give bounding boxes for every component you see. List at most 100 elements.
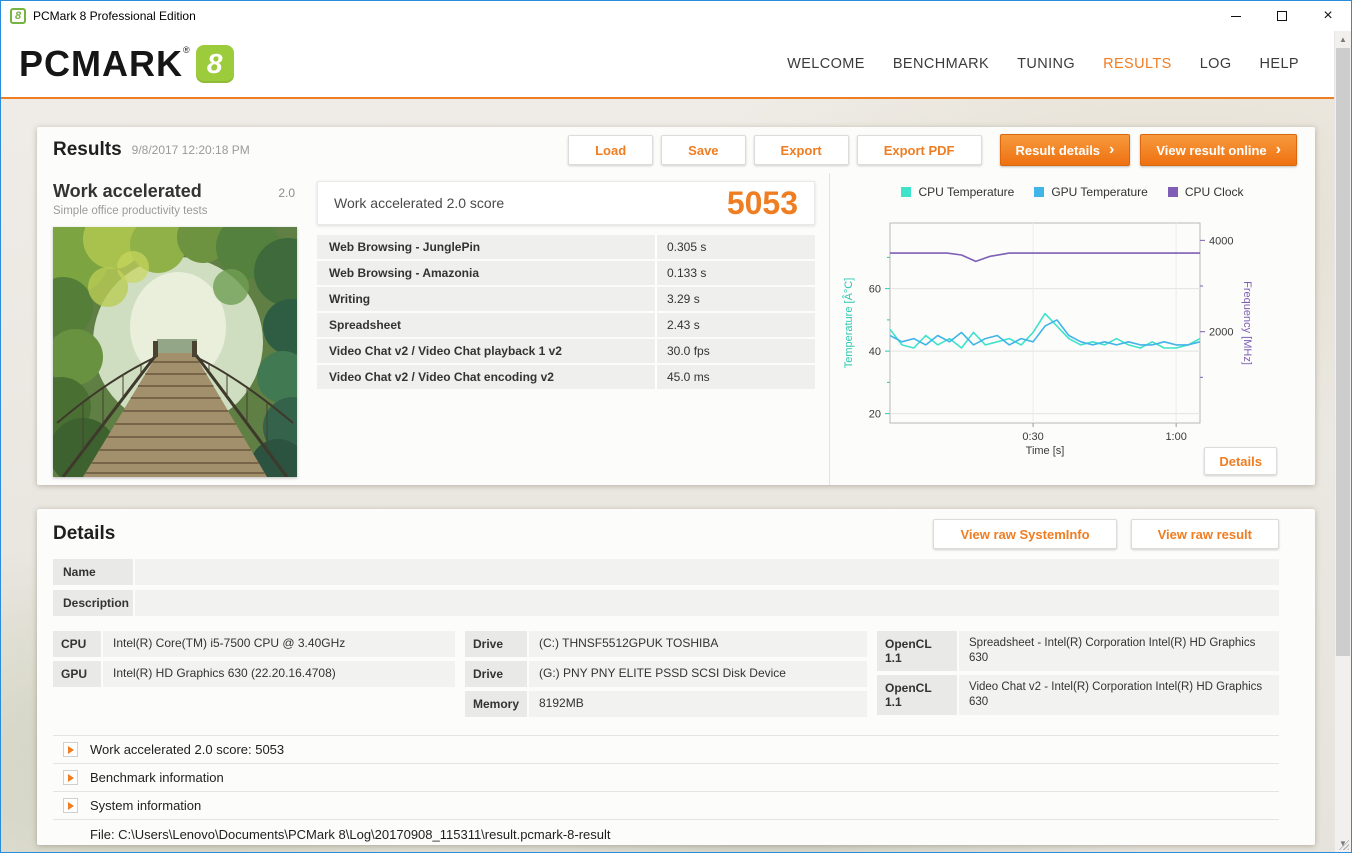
metric-row: Web Browsing - Amazonia 0.133 s: [317, 261, 815, 285]
result-fields: Name Description: [53, 559, 1279, 621]
score-box: Work accelerated 2.0 score 5053: [317, 181, 815, 225]
metric-row: Web Browsing - JunglePin 0.305 s: [317, 235, 815, 259]
details-header: Details View raw SystemInfo View raw res…: [53, 519, 1279, 549]
vertical-scrollbar: ▲ ▼: [1334, 31, 1351, 852]
scroll-up-arrow[interactable]: ▲: [1335, 31, 1351, 48]
metric-row: Video Chat v2 / Video Chat playback 1 v2…: [317, 339, 815, 363]
test-subtitle: Simple office productivity tests: [53, 205, 208, 217]
svg-text:1:00: 1:00: [1165, 431, 1186, 443]
description-field-value[interactable]: [135, 590, 1279, 616]
app-header: PCMARK ® 8 WELCOME BENCHMARK TUNING RESU…: [1, 31, 1351, 99]
registered-mark: ®: [183, 45, 190, 55]
svg-text:Time [s]: Time [s]: [1025, 445, 1064, 457]
pcmark-8-icon: 8: [195, 45, 234, 83]
svg-text:4000: 4000: [1209, 235, 1233, 247]
svg-text:40: 40: [868, 346, 880, 358]
chart-details-button[interactable]: Details: [1204, 447, 1277, 475]
metrics-table: Web Browsing - JunglePin 0.305 s Web Bro…: [317, 235, 815, 389]
export-button[interactable]: Export: [753, 135, 849, 165]
results-card: Results 9/8/2017 12:20:18 PM Load Save E…: [37, 127, 1315, 485]
test-info-column: Work accelerated 2.0 Simple office produ…: [53, 173, 299, 485]
expand-arrow-icon: [63, 798, 78, 813]
maximize-button[interactable]: [1259, 1, 1305, 31]
expander-benchmark-information[interactable]: Benchmark information: [53, 763, 1279, 791]
metric-row: Video Chat v2 / Video Chat encoding v2 4…: [317, 365, 815, 389]
metric-row: Writing 3.29 s: [317, 287, 815, 311]
nav-help[interactable]: HELP: [1260, 56, 1299, 72]
gpu-row: GPU Intel(R) HD Graphics 630 (22.20.16.4…: [53, 661, 455, 687]
svg-text:Temperature [Â°C]: Temperature [Â°C]: [842, 278, 855, 369]
load-button[interactable]: Load: [568, 135, 654, 165]
svg-text:60: 60: [868, 284, 880, 296]
main-nav: WELCOME BENCHMARK TUNING RESULTS LOG HEL…: [787, 56, 1299, 72]
nav-welcome[interactable]: WELCOME: [787, 56, 865, 72]
system-info-col1: CPU Intel(R) Core(TM) i5-7500 CPU @ 3.40…: [53, 631, 455, 721]
titlebar: 8 PCMark 8 Professional Edition ×: [1, 1, 1351, 31]
opencl-row: OpenCL 1.1 Spreadsheet - Intel(R) Corpor…: [877, 631, 1279, 671]
result-file-path: File: C:\Users\Lenovo\Documents\PCMark 8…: [53, 819, 1279, 849]
performance-chart: 20 40 60 2000 4000 0:30 1:00 Temperature [Â°C] F…: [842, 222, 1253, 457]
svg-text:Frequency [MHz]: Frequency [MHz]: [1241, 281, 1253, 365]
chart-column: CPU Temperature GPU Temperature CPU Cloc…: [829, 173, 1315, 485]
close-icon: ×: [1323, 7, 1333, 24]
window-title: PCMark 8 Professional Edition: [33, 9, 196, 23]
nav-benchmark[interactable]: BENCHMARK: [893, 56, 989, 72]
expand-arrow-icon: [63, 770, 78, 785]
name-field-row: Name: [53, 559, 1279, 585]
maximize-icon: [1277, 11, 1287, 21]
score-column: Work accelerated 2.0 score 5053 Web Brow…: [299, 173, 829, 485]
drive-row: Drive (C:) THNSF5512GPUK TOSHIBA: [465, 631, 867, 657]
gpu-temperature-swatch: [1034, 187, 1045, 197]
minimize-icon: [1231, 15, 1241, 17]
test-name: Work accelerated: [53, 181, 202, 201]
chart-legend: CPU Temperature GPU Temperature CPU Cloc…: [830, 185, 1315, 199]
nav-results[interactable]: RESULTS: [1103, 56, 1172, 72]
app-icon: 8: [10, 8, 26, 24]
cpu-clock-swatch: [1167, 187, 1178, 197]
system-info-grid: CPU Intel(R) Core(TM) i5-7500 CPU @ 3.40…: [53, 631, 1279, 721]
results-timestamp: 9/8/2017 12:20:18 PM: [131, 143, 250, 157]
details-title: Details: [53, 523, 116, 544]
bridge-photo: [53, 227, 297, 477]
results-title: Results: [53, 139, 122, 160]
save-button[interactable]: Save: [661, 135, 746, 165]
content-area: Results 9/8/2017 12:20:18 PM Load Save E…: [1, 99, 1334, 852]
system-info-col3: OpenCL 1.1 Spreadsheet - Intel(R) Corpor…: [877, 631, 1279, 721]
result-details-button[interactable]: Result details ›: [999, 134, 1131, 166]
legend-cpu-clock: CPU Clock: [1167, 185, 1244, 199]
cpu-row: CPU Intel(R) Core(TM) i5-7500 CPU @ 3.40…: [53, 631, 455, 657]
cpu-temperature-swatch: [901, 187, 912, 197]
description-field-row: Description: [53, 590, 1279, 616]
pcmark-logo: PCMARK ® 8: [19, 43, 234, 85]
name-field-value[interactable]: [135, 559, 1279, 585]
opencl-row: OpenCL 1.1 Video Chat v2 - Intel(R) Corp…: [877, 675, 1279, 715]
metric-row: Spreadsheet 2.43 s: [317, 313, 815, 337]
results-header: Results 9/8/2017 12:20:18 PM Load Save E…: [37, 127, 1315, 173]
chevron-right-icon: ›: [1275, 141, 1281, 158]
score-label: Work accelerated 2.0 score: [334, 195, 505, 211]
expander-system-information[interactable]: System information: [53, 791, 1279, 819]
close-button[interactable]: ×: [1305, 1, 1351, 31]
brand-text: PCMARK: [19, 43, 183, 84]
expand-arrow-icon: [63, 742, 78, 757]
results-body: Work accelerated 2.0 Simple office produ…: [37, 173, 1315, 485]
view-result-online-button[interactable]: View result online ›: [1140, 134, 1297, 166]
svg-text:0:30: 0:30: [1022, 431, 1043, 443]
details-card: Details View raw SystemInfo View raw res…: [37, 509, 1315, 845]
view-raw-systeminfo-button[interactable]: View raw SystemInfo: [933, 519, 1117, 549]
chevron-right-icon: ›: [1109, 141, 1115, 158]
nav-log[interactable]: LOG: [1200, 56, 1232, 72]
pcmark-window: 8 PCMark 8 Professional Edition × PCMARK…: [0, 0, 1352, 853]
system-info-col2: Drive (C:) THNSF5512GPUK TOSHIBA Drive (…: [465, 631, 867, 721]
svg-text:2000: 2000: [1209, 327, 1233, 339]
scrollbar-thumb[interactable]: [1336, 48, 1350, 656]
memory-row: Memory 8192MB: [465, 691, 867, 717]
view-raw-result-button[interactable]: View raw result: [1130, 519, 1279, 549]
legend-gpu-temperature: GPU Temperature: [1034, 185, 1148, 199]
export-pdf-button[interactable]: Export PDF: [856, 135, 982, 165]
score-value: 5053: [726, 184, 798, 221]
nav-tuning[interactable]: TUNING: [1017, 56, 1075, 72]
minimize-button[interactable]: [1213, 1, 1259, 31]
expander-score[interactable]: Work accelerated 2.0 score: 5053: [53, 735, 1279, 763]
legend-cpu-temperature: CPU Temperature: [901, 185, 1014, 199]
